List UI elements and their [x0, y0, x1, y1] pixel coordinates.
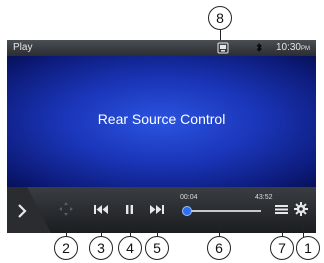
callout-6: 6 — [207, 236, 231, 260]
callout-8: 8 — [208, 6, 232, 30]
status-title: Play — [13, 42, 33, 53]
device-screen: Play 10:30PM Rear Source Control 00:04 4… — [7, 40, 316, 233]
callout-3: 3 — [89, 236, 113, 260]
gear-icon[interactable] — [294, 202, 308, 216]
callout-2: 2 — [54, 236, 78, 260]
callout-4: 4 — [118, 236, 142, 260]
list-icon[interactable] — [275, 204, 288, 215]
callout-5: 5 — [145, 236, 169, 260]
skip-next-icon[interactable] — [150, 204, 164, 215]
callout-1: 1 — [296, 236, 320, 260]
clock: 10:30PM — [275, 42, 310, 53]
bluetooth-icon — [256, 43, 262, 52]
progress-knob[interactable] — [182, 206, 192, 216]
callout-7: 7 — [270, 236, 294, 260]
status-bar: Play 10:30PM — [7, 40, 316, 56]
chevron-right-icon[interactable] — [7, 187, 51, 233]
page-title: Rear Source Control — [97, 111, 226, 127]
total-time: 43:52 — [255, 194, 273, 201]
progress-track[interactable] — [185, 210, 261, 212]
rear-source-icon — [217, 42, 229, 54]
skip-previous-icon[interactable] — [94, 204, 108, 215]
main-display: Rear Source Control — [7, 56, 316, 187]
directional-pad-icon[interactable] — [58, 201, 74, 217]
current-time: 00:04 — [180, 194, 198, 201]
pause-icon[interactable] — [125, 204, 134, 215]
control-bar: 00:04 43:52 — [7, 187, 316, 233]
